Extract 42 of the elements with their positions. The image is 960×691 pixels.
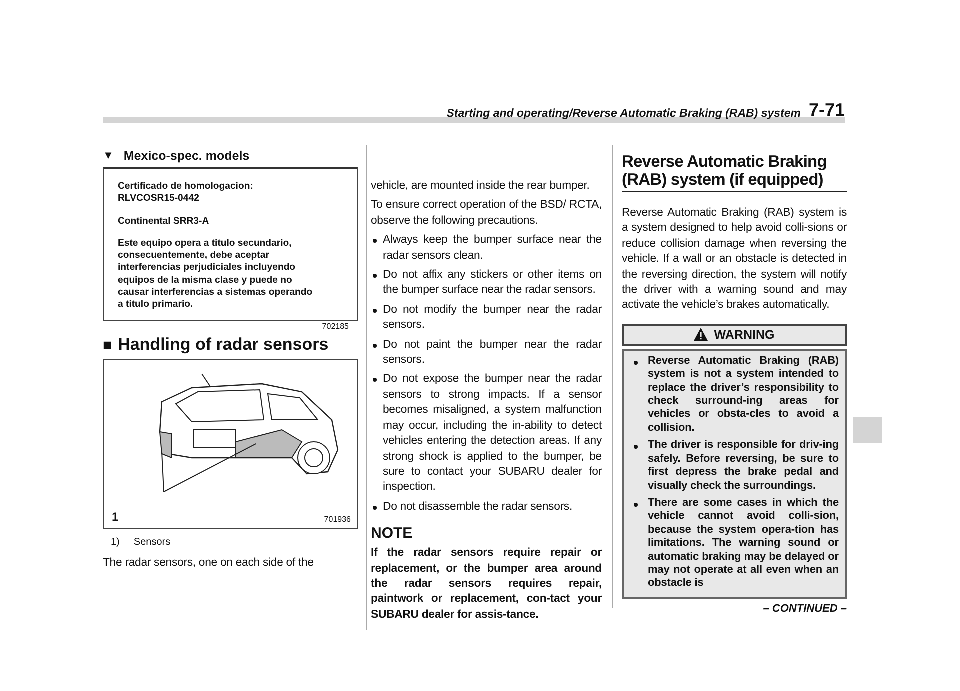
section-heading: Reverse Automatic Braking (RAB) system (if equipped) (622, 153, 847, 192)
body-text: To ensure correct operation of the BSD/ RCTA, observe the following precautions. (371, 198, 602, 229)
figure-code: 702185 (322, 322, 349, 331)
bullet-icon (634, 445, 638, 450)
square-marker: ■ (103, 336, 112, 354)
certificate-text: Este equipo opera a titulo secundario, consecuentemente, debe aceptar interferencias perjudiciales incluyendo equipos de la misma clase y puede no causar interferencias a sistemas operando a titulo primario. (118, 238, 314, 312)
bullet-icon (373, 274, 377, 278)
page-number: 7-71 (808, 100, 845, 121)
body-text: vehicle, are mounted inside the rear bumper. (371, 179, 591, 194)
continued-label: – CONTINUED – (762, 602, 847, 615)
bullet-icon (373, 239, 377, 244)
bullet-icon (634, 360, 638, 365)
warning-text: There are some cases in which the vehicle cannot avoid colli-sion, because the system opera-tion has limitations. The warning sound or automatic braking may be delayed or may not operate at all even when an obstacle is (648, 496, 839, 591)
note-text: If the radar sensors require repair or replacement, or the bumper area around the radar sensors requires repair, paintwork or replacement, con-tact your SUBARU dealer for assis-tance. (371, 546, 602, 623)
bullet-text: Always keep the bumper surface near the radar sensors clean. (383, 233, 602, 264)
bullet-text: Do not modify the bumper near the radar sensors. (383, 302, 602, 334)
figure-code: 701936 (324, 515, 351, 524)
callout-number: 1 (112, 510, 119, 524)
bullet-icon (373, 344, 377, 348)
triangle-marker: ▼ (103, 150, 114, 162)
body-text: The radar sensors, one on each side of the (103, 556, 315, 571)
warning-text: Reverse Automatic Braking (RAB) system is not a system intended to replace the driver’s responsibility to check surround-ing areas for vehicles or obsta-cles to avoid a collision. (648, 354, 839, 436)
subheading: Mexico-spec. models (124, 149, 250, 163)
bullet-text: Do not disassemble the radar sensors. (383, 500, 572, 515)
bullet-icon (373, 378, 377, 382)
body-text: Reverse Automatic Braking (RAB) system is a system designed to help avoid colli-sions or reduce collision damage when reversing the vehicle. If a wall or an obstacle is detected in the reversing direction, the system will notify the driver with a warning sound and may activate the vehicle’s brakes automatically. (622, 206, 847, 314)
bullet-text: Do not paint the bumper near the radar sensors. (383, 338, 602, 368)
legend-number: 1) (111, 537, 120, 548)
bullet-text: Do not expose the bumper near the radar sensors to strong impacts. If a sensor becomes misaligned, a system malfunction may occur, including the in-ability to detect vehicles entering the detection areas. If any strong shock is applied to the bumper, be sure to contact your SUBARU dealer for inspection. (383, 372, 602, 496)
bullet-text: Do not affix any stickers or other items on the bumper surface near the radar sensors. (383, 268, 602, 298)
warning-text: The driver is responsible for driv-ing safely. Before reversing, be sure to first depress the brake pedal and visually check the surroundings. (648, 439, 839, 493)
warning-icon (694, 328, 708, 342)
bullet-icon (373, 506, 377, 510)
warning-label: WARNING (714, 328, 775, 342)
certificate-text: Certificado de homologacion: RLVCOSR15-0442 (118, 181, 254, 206)
section-title: Starting and operating/Reverse Automatic Braking (RAB) system (446, 108, 801, 120)
note-heading: NOTE (371, 525, 414, 542)
section-heading: Handling of radar sensors (118, 335, 329, 355)
legend-label: Sensors (134, 537, 171, 548)
certificate-text: Continental SRR3-A (118, 216, 210, 228)
bullet-icon (634, 502, 638, 507)
bullet-icon (373, 308, 377, 313)
